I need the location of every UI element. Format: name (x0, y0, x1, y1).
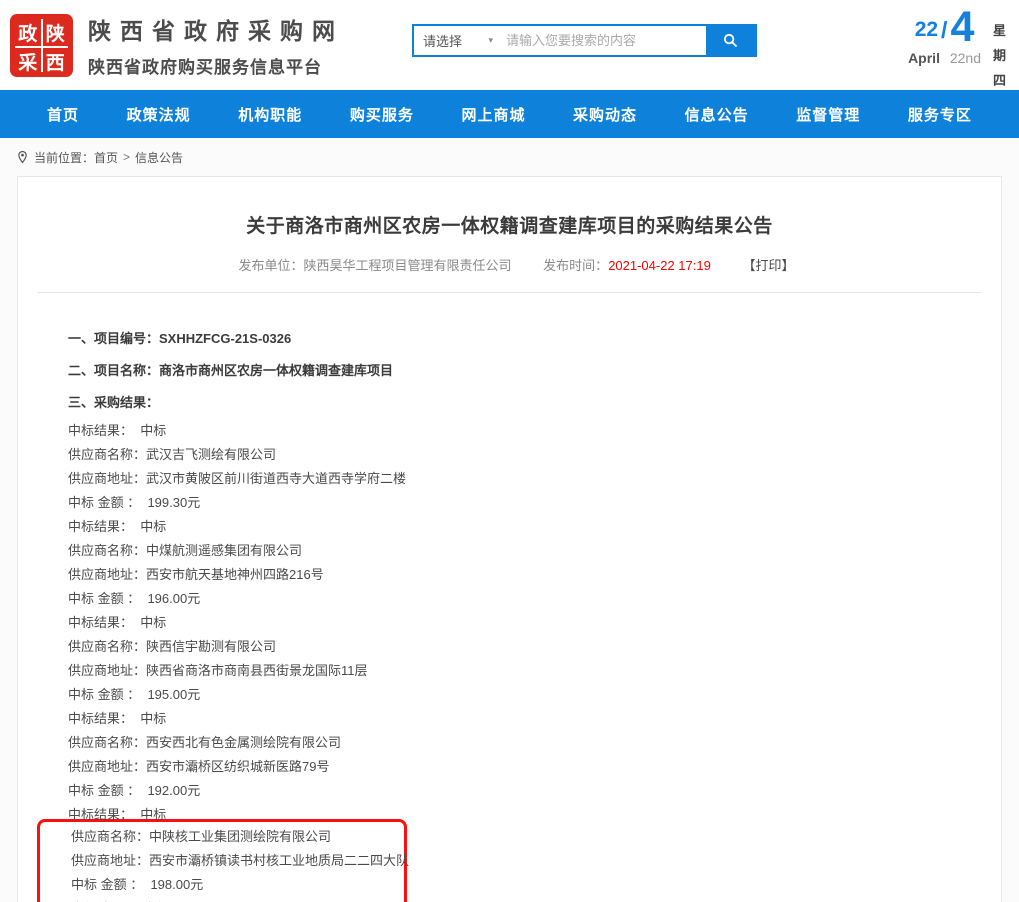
content-line: 供应商名称：陕西信宇勘测有限公司 (68, 635, 1001, 659)
content-line: 供应商名称：武汉吉飞测绘有限公司 (68, 443, 1001, 467)
content-line: 中标结果： 中标 (68, 515, 1001, 539)
date-separator: / (938, 17, 950, 48)
content-line: 二、项目名称：商洛市商州区农房一体权籍调查建库项目 (68, 355, 1001, 387)
print-button[interactable]: 【打印】 (742, 258, 794, 273)
content-line: 中标结果： 中标 (68, 707, 1001, 731)
seal-char: 陕 (43, 19, 69, 46)
nav-item[interactable]: 采购动态 (573, 104, 637, 125)
seal-char: 采 (15, 48, 41, 75)
content-line: 供应商地址：西安市航天基地神州四路216号 (68, 563, 1001, 587)
breadcrumb-current-link[interactable]: 信息公告 (135, 149, 183, 166)
divider (38, 292, 981, 293)
content-line: 供应商名称：中陕核工业集团测绘院有限公司 (71, 825, 404, 849)
breadcrumb-separator: > (123, 150, 130, 164)
date-weekday: 星期四 (993, 7, 1009, 93)
date-day: 22 (915, 18, 938, 48)
content-line: 中标 金额 ： 196.00元 (68, 587, 1001, 611)
content-line: 中标结果： 中标 (68, 611, 1001, 635)
site-header: 政 陕 采 西 陕西省政府采购网 陕西省政府购买服务信息平台 请选择 ▾ (0, 0, 1019, 90)
article-lines: 一、项目编号：SXHHZFCG-21S-0326二、项目名称：商洛市商州区农房一… (68, 323, 1001, 827)
search-bar: 请选择 ▾ (412, 24, 757, 57)
publish-time-value: 2021-04-22 17:19 (608, 258, 711, 273)
content-line: 中标结果： 中标 (71, 897, 404, 902)
location-pin-icon (17, 150, 28, 164)
seal-char: 西 (43, 48, 69, 75)
content-line: 中标 金额 ： 199.30元 (68, 491, 1001, 515)
nav-item[interactable]: 政策法规 (127, 104, 191, 125)
content-line: 中标结果： 中标 (68, 419, 1001, 443)
main-navigation: 首页 政策法规 机构职能 购买服务 网上商城 采购动态 信息公告 监督管理 服务专区 (0, 90, 1019, 138)
search-select-label: 请选择 (423, 31, 462, 50)
publish-time-label: 发布时间： (543, 258, 608, 273)
nav-item[interactable]: 信息公告 (685, 104, 749, 125)
content-line: 供应商地址：陕西省商洛市商南县西街景龙国际11层 (68, 659, 1001, 683)
publisher-label: 发布单位： (239, 258, 304, 273)
nav-item[interactable]: 网上商城 (461, 104, 525, 125)
content-line: 中标 金额 ： 195.00元 (68, 683, 1001, 707)
nav-item[interactable]: 服务专区 (908, 104, 972, 125)
content-line: 供应商地址：西安市灞桥镇读书村核工业地质局二二四大队 (71, 849, 404, 873)
breadcrumb: 当前位置： 首页 > 信息公告 (0, 138, 1019, 176)
publisher-value: 陕西昊华工程项目管理有限责任公司 (304, 258, 512, 273)
site-subtitle: 陕西省政府购买服务信息平台 (88, 53, 344, 78)
content-line: 供应商地址：武汉市黄陂区前川街道西寺大道西寺学府二楼 (68, 467, 1001, 491)
article-body: 一、项目编号：SXHHZFCG-21S-0326二、项目名称：商洛市商州区农房一… (68, 323, 1001, 902)
highlighted-lines: 供应商名称：中陕核工业集团测绘院有限公司供应商地址：西安市灞桥镇读书村核工业地质… (71, 825, 404, 902)
content-line: 三、采购结果： (68, 387, 1001, 419)
search-button[interactable] (706, 26, 755, 55)
highlight-annotation-box: 供应商名称：中陕核工业集团测绘院有限公司供应商地址：西安市灞桥镇读书村核工业地质… (37, 819, 407, 902)
article-meta: 发布单位：陕西昊华工程项目管理有限责任公司 发布时间：2021-04-22 17… (18, 255, 1001, 274)
nav-item[interactable]: 机构职能 (238, 104, 302, 125)
date-ordinal: 22nd (950, 50, 981, 66)
seal-logo-icon: 政 陕 采 西 (10, 14, 73, 77)
nav-item[interactable]: 监督管理 (796, 104, 860, 125)
nav-item[interactable]: 购买服务 (350, 104, 414, 125)
site-logo[interactable]: 政 陕 采 西 陕西省政府采购网 陕西省政府购买服务信息平台 (10, 12, 344, 78)
seal-char: 政 (15, 19, 41, 46)
search-category-select[interactable]: 请选择 ▾ (414, 26, 502, 55)
content-line: 中标 金额 ： 192.00元 (68, 779, 1001, 803)
date-widget: 22 / 4 April 22nd 星期四 (908, 7, 1009, 93)
content-line: 供应商名称：西安西北有色金属测绘院有限公司 (68, 731, 1001, 755)
breadcrumb-label: 当前位置： (34, 149, 94, 166)
content-line: 一、项目编号：SXHHZFCG-21S-0326 (68, 323, 1001, 355)
search-input[interactable] (502, 26, 706, 55)
site-title: 陕西省政府采购网 (88, 12, 344, 46)
content-line: 供应商名称：中煤航测遥感集团有限公司 (68, 539, 1001, 563)
article-title: 关于商洛市商州区农房一体权籍调查建库项目的采购结果公告 (18, 211, 1001, 238)
breadcrumb-home-link[interactable]: 首页 (94, 149, 118, 166)
article-card: 关于商洛市商州区农房一体权籍调查建库项目的采购结果公告 发布单位：陕西昊华工程项… (17, 176, 1002, 902)
search-icon (722, 32, 739, 49)
date-month-number: 4 (950, 7, 974, 48)
chevron-down-icon: ▾ (488, 35, 493, 46)
date-month-name: April (908, 50, 940, 66)
content-line: 中标 金额 ： 198.00元 (71, 873, 404, 897)
page-body: 当前位置： 首页 > 信息公告 关于商洛市商州区农房一体权籍调查建库项目的采购结… (0, 138, 1019, 902)
nav-item[interactable]: 首页 (47, 104, 79, 125)
content-line: 供应商地址：西安市灞桥区纺织城新医路79号 (68, 755, 1001, 779)
